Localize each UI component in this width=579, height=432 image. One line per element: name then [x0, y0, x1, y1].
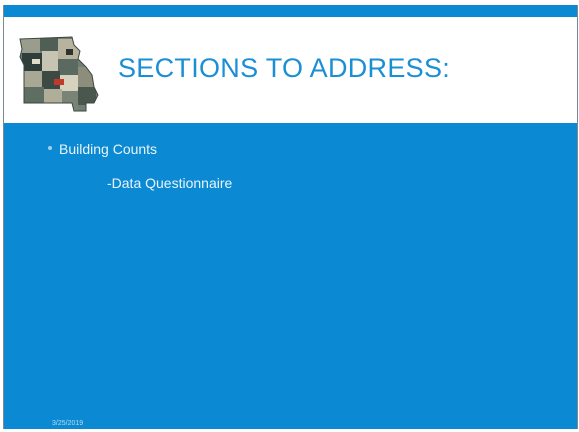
bullet-item: Building Counts — [48, 141, 157, 157]
sub-item: -Data Questionnaire — [107, 175, 233, 191]
page: SECTIONS TO ADDRESS: Building Counts -Da… — [0, 0, 579, 432]
slide-content: Building Counts -Data Questionnaire 3/25… — [4, 123, 577, 429]
slide: SECTIONS TO ADDRESS: Building Counts -Da… — [3, 5, 578, 429]
missouri-map-logo — [14, 29, 102, 117]
footer-date: 3/25/2019 — [52, 420, 84, 427]
slide-title: SECTIONS TO ADDRESS: — [118, 53, 451, 83]
bullet-icon — [48, 146, 52, 151]
bullet-text: Building Counts — [59, 141, 158, 157]
top-strip — [4, 5, 577, 17]
